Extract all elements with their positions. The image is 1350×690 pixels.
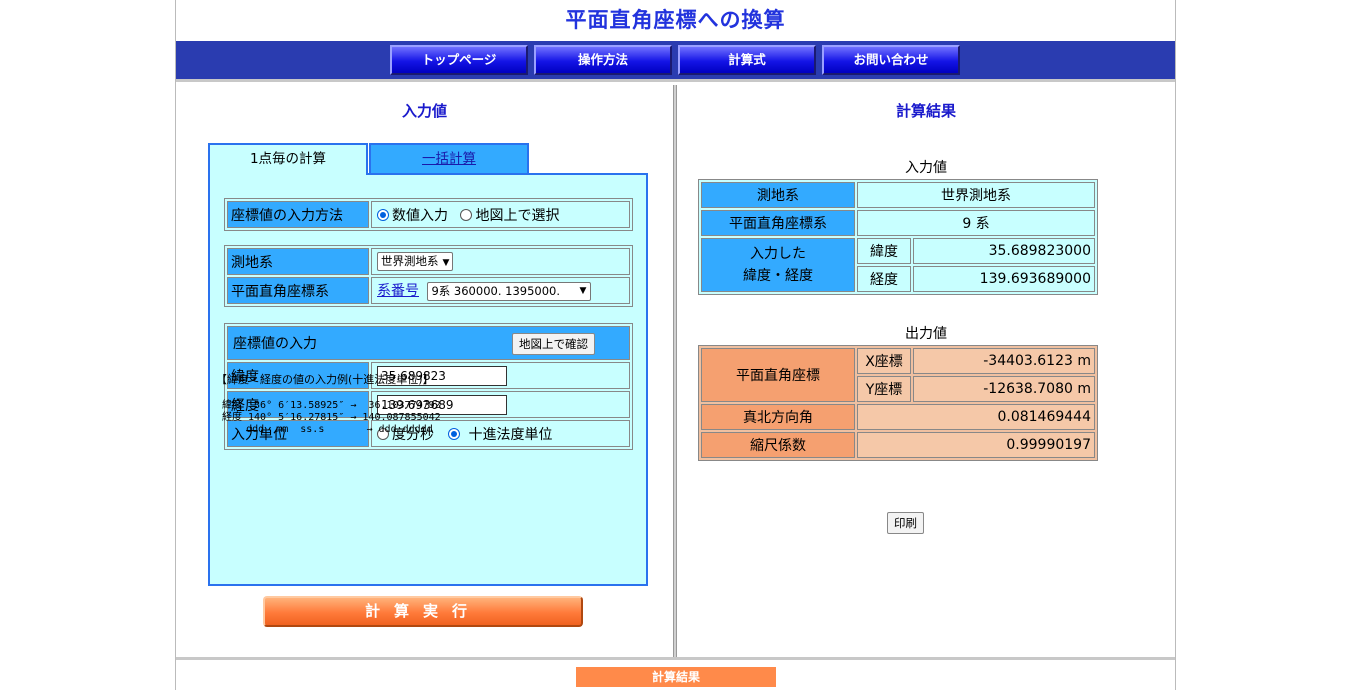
map-confirm-button[interactable]: 地図上で確認	[512, 333, 595, 355]
res-scale-label: 縮尺係数	[701, 432, 855, 458]
res-datum-value: 世界測地系	[857, 182, 1095, 208]
res-plane-value: 9 系	[857, 210, 1095, 236]
input-example: 【緯度・経度の値の入力例(十進法度単位)】 緯度 36° 6′13.58925″…	[216, 373, 441, 436]
nav-top-button[interactable]: トップページ	[390, 45, 528, 75]
method-map-label: 地図上で選択	[475, 207, 560, 224]
footer-divider	[176, 657, 1175, 660]
method-numeric-label: 数値入力	[392, 207, 448, 224]
result-output-table: 平面直角座標 X座標 -34403.6123 m Y座標 -12638.7080…	[698, 345, 1098, 461]
res-x-label: X座標	[857, 348, 911, 374]
datum-select[interactable]: 世界測地系 ▼	[377, 252, 454, 271]
res-latlon-label: 入力した 緯度・経度	[701, 238, 855, 292]
result-input-table: 測地系 世界測地系 平面直角座標系 9 系 入力した 緯度・経度 緯度 35.6…	[698, 179, 1098, 295]
method-map-radio[interactable]	[460, 208, 473, 221]
datum-label: 測地系	[227, 248, 369, 275]
res-north-value: 0.081469444	[857, 404, 1095, 430]
method-table: 座標値の入力方法 数値入力 地図上で選択	[224, 198, 633, 231]
tab-single[interactable]: 1点毎の計算	[208, 143, 368, 175]
page: 平面直角座標への換算 トップページ 操作方法 計算式 お問い合わせ 入力値 1点…	[175, 0, 1176, 690]
res-north-label: 真北方向角	[701, 404, 855, 430]
datum-table: 測地系 世界測地系 ▼ 平面直角座標系 系番号 9系 360000. 139500…	[224, 245, 633, 307]
chevron-down-icon: ▼	[579, 285, 587, 296]
res-lon-label: 経度	[857, 266, 911, 292]
nav-howto-button[interactable]: 操作方法	[534, 45, 672, 75]
res-x-value: -34403.6123 m	[913, 348, 1095, 374]
example-line: ddd mm ss.s → ddd.ddddd	[222, 424, 433, 435]
footer-result-tag[interactable]: 計算結果	[576, 667, 776, 687]
nav-bar: トップページ 操作方法 計算式 お問い合わせ	[176, 41, 1175, 82]
calculate-button[interactable]: 計算実行	[263, 596, 583, 627]
chevron-down-icon: ▼	[442, 258, 450, 268]
result-heading: 計算結果	[895, 102, 956, 120]
example-heading: 【緯度・経度の値の入力例(十進法度単位)】	[216, 373, 434, 386]
res-lat-value: 35.689823000	[913, 238, 1095, 264]
res-plane-label: 平面直角座標系	[701, 210, 855, 236]
example-line: 緯度 36° 6′13.58925″ → 36.103774792	[222, 400, 441, 411]
res-xy-label: 平面直角座標	[701, 348, 855, 402]
res-lat-label: 緯度	[857, 238, 911, 264]
example-line: 経度 140° 5′16.27815″ → 140.087855042	[222, 412, 441, 423]
res-scale-value: 0.99990197	[857, 432, 1095, 458]
plane-select-value: 9系 360000. 1395000.	[431, 283, 561, 298]
plane-number-link[interactable]: 系番号	[377, 283, 419, 299]
unit-dec-radio[interactable]	[448, 427, 461, 440]
nav-formula-button[interactable]: 計算式	[678, 45, 816, 75]
input-section: 入力値 1点毎の計算 一括計算 座標値の入力方法 数値入力 地図上で選択 測地系…	[176, 85, 673, 657]
tab-batch[interactable]: 一括計算	[369, 143, 529, 174]
datum-select-value: 世界測地系	[381, 254, 439, 268]
unit-dec-label: 十進法度単位	[468, 426, 553, 443]
input-caption: 入力値	[905, 160, 947, 176]
input-heading: 入力値	[401, 102, 447, 120]
plane-label: 平面直角座標系	[227, 277, 369, 304]
method-numeric-radio[interactable]	[377, 208, 389, 221]
method-label: 座標値の入力方法	[227, 201, 369, 228]
result-section: 計算結果 入力値 測地系 世界測地系 平面直角座標系 9 系 入力した 緯度・経…	[677, 85, 1175, 657]
print-button[interactable]: 印刷	[887, 512, 924, 534]
coord-label: 座標値の入力	[233, 336, 317, 352]
res-y-label: Y座標	[857, 376, 911, 402]
output-caption: 出力値	[905, 326, 947, 342]
res-y-value: -12638.7080 m	[913, 376, 1095, 402]
nav-contact-button[interactable]: お問い合わせ	[822, 45, 960, 75]
plane-select[interactable]: 9系 360000. 1395000. ▼	[427, 281, 592, 301]
res-datum-label: 測地系	[701, 182, 855, 208]
page-title: 平面直角座標への換算	[565, 8, 786, 32]
res-lon-value: 139.693689000	[913, 266, 1095, 292]
